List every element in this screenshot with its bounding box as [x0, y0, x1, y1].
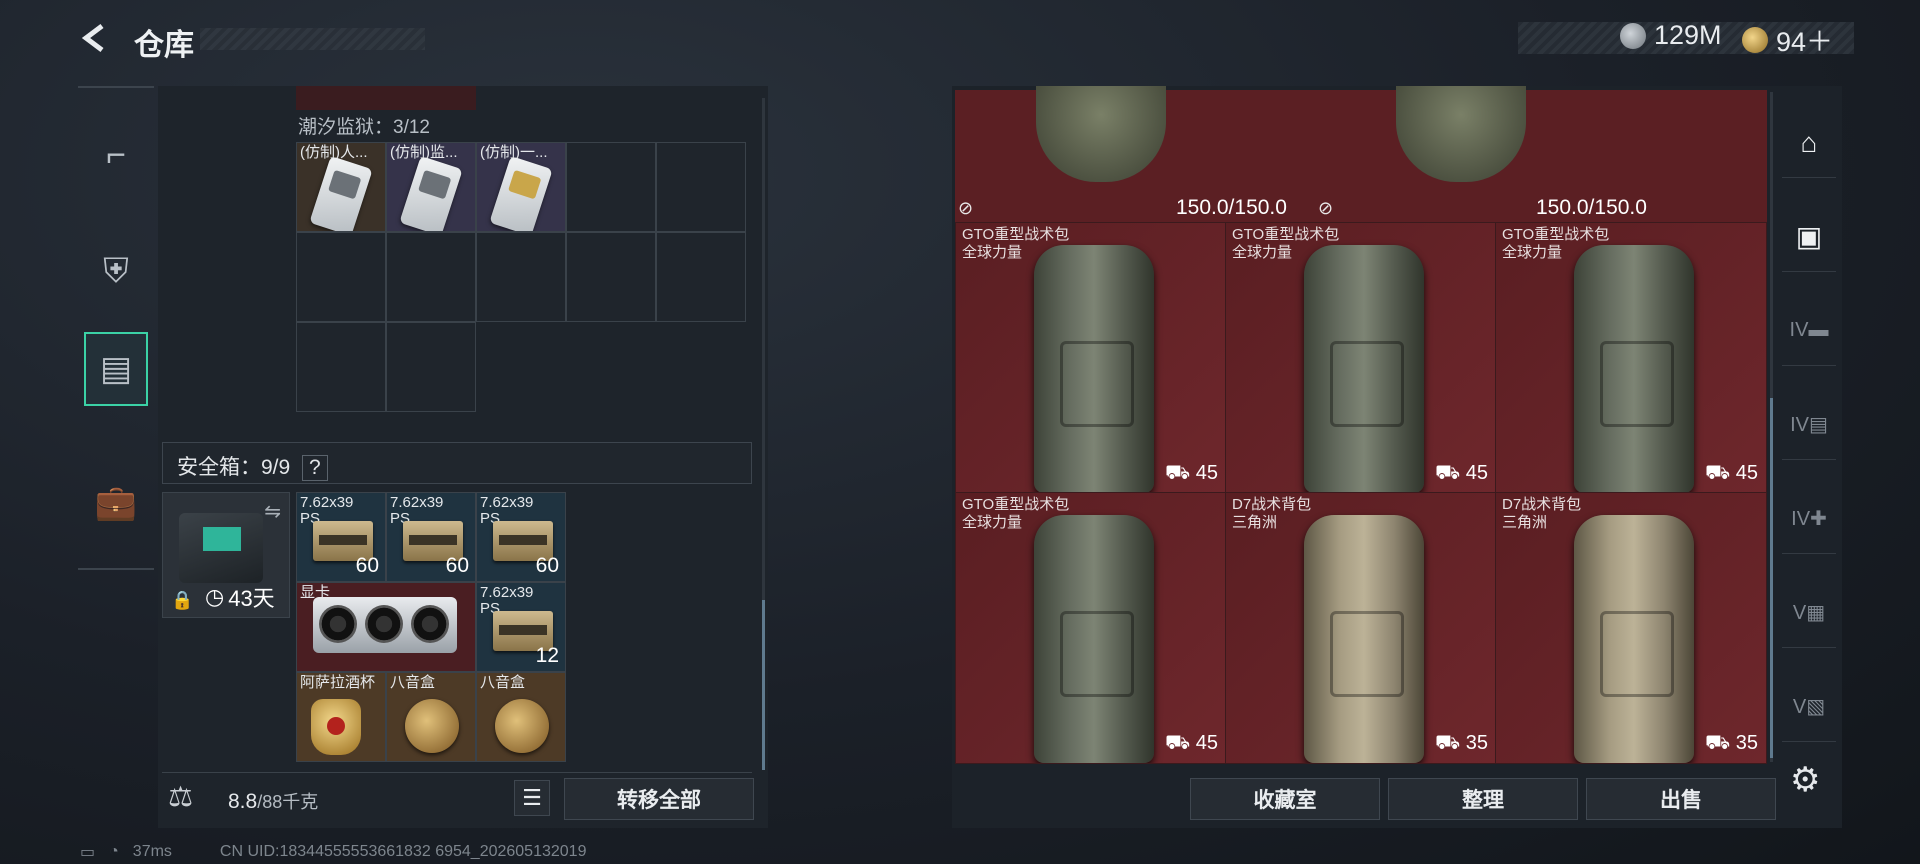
vest-durability: 150.0/150.0 [1176, 196, 1287, 219]
capacity-icon: ⛟ [1435, 462, 1461, 484]
container-slot[interactable] [296, 322, 386, 412]
container-slot[interactable]: (仿制)监... [386, 142, 476, 232]
list-view-icon[interactable]: ☰ [514, 780, 550, 816]
gold-coin-icon [1742, 26, 1768, 53]
container-top-strip [296, 86, 476, 110]
capacity-icon: ⛟ [1705, 462, 1731, 484]
container-slot[interactable] [566, 142, 656, 232]
ping: 37ms [132, 843, 172, 860]
safe-box-image [179, 513, 263, 583]
stash-item[interactable]: GTO重型战术包 全球力量 ⛟ 45 [955, 492, 1227, 764]
keycard-icon [309, 155, 373, 231]
goblet-icon [311, 699, 361, 755]
container-slot[interactable] [386, 232, 476, 322]
capacity-icon: ⛟ [1165, 732, 1191, 754]
weight-readout: 8.8/88千克 [228, 790, 319, 813]
container-slot[interactable]: (仿制)一... [476, 142, 566, 232]
all-tab-icon[interactable]: ⌂ [1782, 108, 1836, 178]
gpu-item[interactable]: 显卡 [296, 582, 476, 672]
collection-room-button[interactable]: 收藏室 [1190, 778, 1380, 820]
armor-icon[interactable]: ⛨ [84, 234, 148, 308]
silver-currency: 129M [1620, 20, 1722, 51]
sort-button[interactable]: 整理 [1388, 778, 1578, 820]
vest-durability: 150.0/150.0 [1536, 196, 1647, 219]
backpack-icon[interactable]: ▤ [84, 332, 148, 406]
container-slot[interactable] [656, 142, 746, 232]
music-box-item[interactable]: 八音盒 [476, 672, 566, 762]
no-repair-icon: ⊘ [958, 198, 974, 218]
swap-icon[interactable]: ⇋ [264, 499, 281, 524]
keycard-icon [489, 155, 553, 231]
v-misc-tab-icon[interactable]: V▧ [1782, 672, 1836, 742]
graphics-card-icon [313, 597, 457, 653]
gun-tab-icon[interactable]: ▣ [1782, 202, 1836, 272]
clock-icon: ◷ [205, 584, 225, 609]
gold-currency[interactable]: 94＋ [1742, 20, 1833, 59]
iv-folder-tab-icon[interactable]: IV▤ [1782, 390, 1836, 460]
silver-coin-icon [1620, 22, 1646, 49]
battery-icon: ▭ [80, 844, 96, 861]
container-slot[interactable]: (仿制)人... [296, 142, 386, 232]
container-slot[interactable] [386, 322, 476, 412]
keycard-icon [399, 155, 463, 231]
title-decoration [200, 28, 425, 50]
safe-box-slot[interactable]: ⇋ 🔒 ◷ 43天 [162, 492, 290, 618]
container-label: 潮汐监狱：3/12 [298, 117, 430, 138]
music-box-icon [495, 699, 549, 753]
stash-item[interactable]: GTO重型战术包 全球力量 ⛟ 45 [955, 222, 1227, 494]
briefcase-icon[interactable]: 💼 [84, 466, 148, 540]
sell-button[interactable]: 出售 [1586, 778, 1776, 820]
ammo-item[interactable]: 7.62x39 PS 12 [476, 582, 566, 672]
page-title: 仓库 [134, 29, 194, 62]
backpack-image [1574, 515, 1694, 763]
iv-med-tab-icon[interactable]: IV✚ [1782, 484, 1836, 554]
cup-item[interactable]: 阿萨拉酒杯 [296, 672, 386, 762]
music-box-item[interactable]: 八音盒 [386, 672, 476, 762]
stash-item[interactable]: GTO重型战术包 全球力量 ⛟ 45 [1495, 222, 1767, 494]
container-grid-extra [296, 322, 476, 412]
container-slot[interactable] [656, 232, 746, 322]
pistol-icon[interactable]: ⌐ [84, 118, 148, 192]
left-scrollbar-thumb[interactable] [762, 600, 765, 770]
lock-icon: 🔒 [171, 590, 194, 610]
stash-item[interactable]: D7战术背包 三角洲 ⛟ 35 [1495, 492, 1767, 764]
wifi-icon: ◔ [109, 843, 119, 860]
v-ammo-tab-icon[interactable]: V▦ [1782, 578, 1836, 648]
ammo-item[interactable]: 7.62x39 PS 60 [296, 492, 386, 582]
ammo-item[interactable]: 7.62x39 PS 60 [386, 492, 476, 582]
help-icon[interactable]: ? [302, 455, 328, 481]
iv-weapon-tab-icon[interactable]: IV▬ [1782, 296, 1836, 366]
capacity-icon: ⛟ [1165, 462, 1191, 484]
no-repair-icon: ⊘ [1318, 198, 1334, 218]
container-slot[interactable] [296, 232, 386, 322]
stash-item[interactable]: D7战术背包 三角洲 ⛟ 35 [1225, 492, 1497, 764]
backpack-image [1304, 515, 1424, 763]
status-bar: ▭ ◔ 37ms CN UID:18344555553661832 6954_2… [80, 842, 586, 862]
right-scrollbar-thumb[interactable] [1770, 398, 1773, 758]
safe-timer: 43天 [228, 586, 275, 611]
uid-text: CN UID:18344555553661832 6954_2026051320… [219, 843, 587, 860]
category-nav: ⌐ ⛨ ▤ 💼 [78, 86, 154, 570]
stash-item[interactable]: GTO重型战术包 全球力量 ⛟ 45 [1225, 222, 1497, 494]
transfer-all-button[interactable]: 转移全部 [564, 778, 754, 820]
container-slot[interactable] [476, 232, 566, 322]
music-box-icon [405, 699, 459, 753]
weight-icon: ⚖ [168, 781, 194, 812]
safe-grid: 7.62x39 PS 60 7.62x39 PS 60 7.62x39 PS 60 显… [296, 492, 566, 762]
back-arrow-icon[interactable] [78, 22, 110, 54]
container-grid: (仿制)人... (仿制)监... (仿制)一... [296, 142, 746, 322]
backpack-image [1574, 245, 1694, 493]
capacity-icon: ⛟ [1435, 732, 1461, 754]
backpack-image [1034, 515, 1154, 763]
capacity-icon: ⛟ [1705, 732, 1731, 754]
ammo-item[interactable]: 7.62x39 PS 60 [476, 492, 566, 582]
backpack-image [1304, 245, 1424, 493]
container-slot[interactable] [566, 232, 656, 322]
backpack-image [1034, 245, 1154, 493]
safe-box-header: 安全箱：9/9 ? [162, 442, 752, 484]
settings-gear-icon[interactable]: ⚙ [1790, 760, 1820, 800]
